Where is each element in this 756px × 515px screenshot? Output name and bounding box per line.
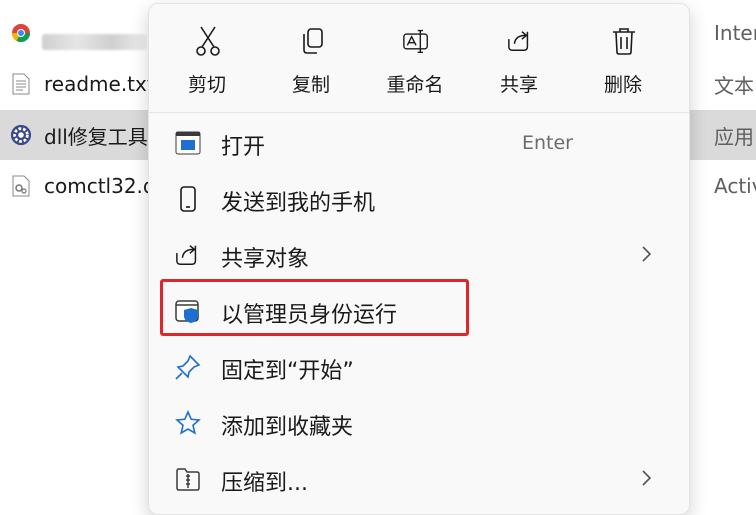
dll-file-icon — [10, 174, 32, 198]
menu-item-compress-to[interactable]: 压缩到... — [155, 453, 683, 505]
copy-icon — [299, 26, 325, 56]
menu-item-add-to-favorites[interactable]: 添加到收藏夹 — [155, 397, 683, 449]
context-menu: 剪切 复制 重命名 共享 删除 打开 Enter 发送到我的手机 共享对象 以管… — [148, 3, 690, 515]
share-label: 共享 — [499, 74, 538, 96]
rename-icon — [403, 26, 429, 56]
blurred-filename — [42, 34, 147, 50]
phone-icon — [175, 186, 201, 212]
file-type-cell: 应用 — [688, 110, 756, 160]
cut-button[interactable]: 剪切 — [157, 18, 257, 102]
rename-label: 重命名 — [386, 74, 444, 96]
menu-item-pin-to-start[interactable]: 固定到“开始” — [155, 341, 683, 393]
file-type: Inter — [714, 21, 756, 45]
file-type-cell: 文本 — [688, 59, 756, 109]
file-name: comctl32.d — [44, 174, 156, 198]
rename-button[interactable]: 重命名 — [365, 18, 465, 102]
zip-folder-icon — [175, 466, 201, 492]
delete-button[interactable]: 删除 — [573, 18, 673, 102]
app-window-icon — [175, 130, 201, 156]
file-row-comctl32[interactable]: comctl32.d — [0, 161, 160, 211]
menu-item-label: 打开 — [221, 135, 266, 160]
delete-label: 删除 — [603, 74, 642, 96]
copy-label: 复制 — [291, 74, 330, 96]
file-type: 文本 — [714, 73, 754, 98]
file-row-chrome[interactable] — [0, 8, 160, 58]
chevron-right-icon — [639, 244, 653, 264]
chevron-right-icon — [639, 468, 653, 488]
text-file-icon — [10, 72, 32, 96]
share-icon — [175, 242, 201, 268]
file-name: readme.txt — [44, 72, 155, 96]
menu-item-label: 共享对象 — [221, 247, 310, 272]
quick-action-bar: 剪切 复制 重命名 共享 删除 — [149, 4, 689, 112]
menu-item-label: 固定到“开始” — [221, 359, 354, 384]
menu-item-label: 以管理员身份运行 — [221, 303, 398, 328]
file-type-cell: Inter — [688, 8, 756, 58]
file-name: dll修复工具 — [44, 124, 148, 149]
shield-icon — [175, 298, 201, 324]
menu-item-send-to-phone[interactable]: 发送到我的手机 — [155, 173, 683, 225]
menu-item-open[interactable]: 打开 Enter — [155, 117, 683, 169]
menu-separator — [149, 112, 689, 113]
menu-item-run-as-admin[interactable]: 以管理员身份运行 — [155, 285, 683, 337]
file-type: Activ — [714, 174, 756, 198]
pin-icon — [175, 354, 201, 380]
copy-button[interactable]: 复制 — [261, 18, 361, 102]
scissors-icon — [195, 26, 221, 56]
cut-label: 剪切 — [187, 74, 226, 96]
app-gear-icon — [10, 123, 32, 147]
menu-item-label: 压缩到... — [221, 471, 308, 496]
menu-item-share-with[interactable]: 共享对象 — [155, 229, 683, 281]
file-type: 应用 — [714, 124, 754, 149]
share-icon — [507, 26, 533, 56]
star-icon — [175, 410, 201, 436]
share-button[interactable]: 共享 — [469, 18, 569, 102]
file-type-cell: Activ — [688, 161, 756, 211]
chrome-icon — [10, 21, 32, 45]
shortcut-hint: Enter — [522, 132, 573, 154]
menu-item-label: 添加到收藏夹 — [221, 415, 354, 440]
menu-item-label: 发送到我的手机 — [221, 191, 376, 216]
trash-icon — [611, 26, 637, 56]
file-row-dll-tool[interactable]: dll修复工具 — [0, 110, 160, 160]
file-row-readme[interactable]: readme.txt — [0, 59, 160, 109]
